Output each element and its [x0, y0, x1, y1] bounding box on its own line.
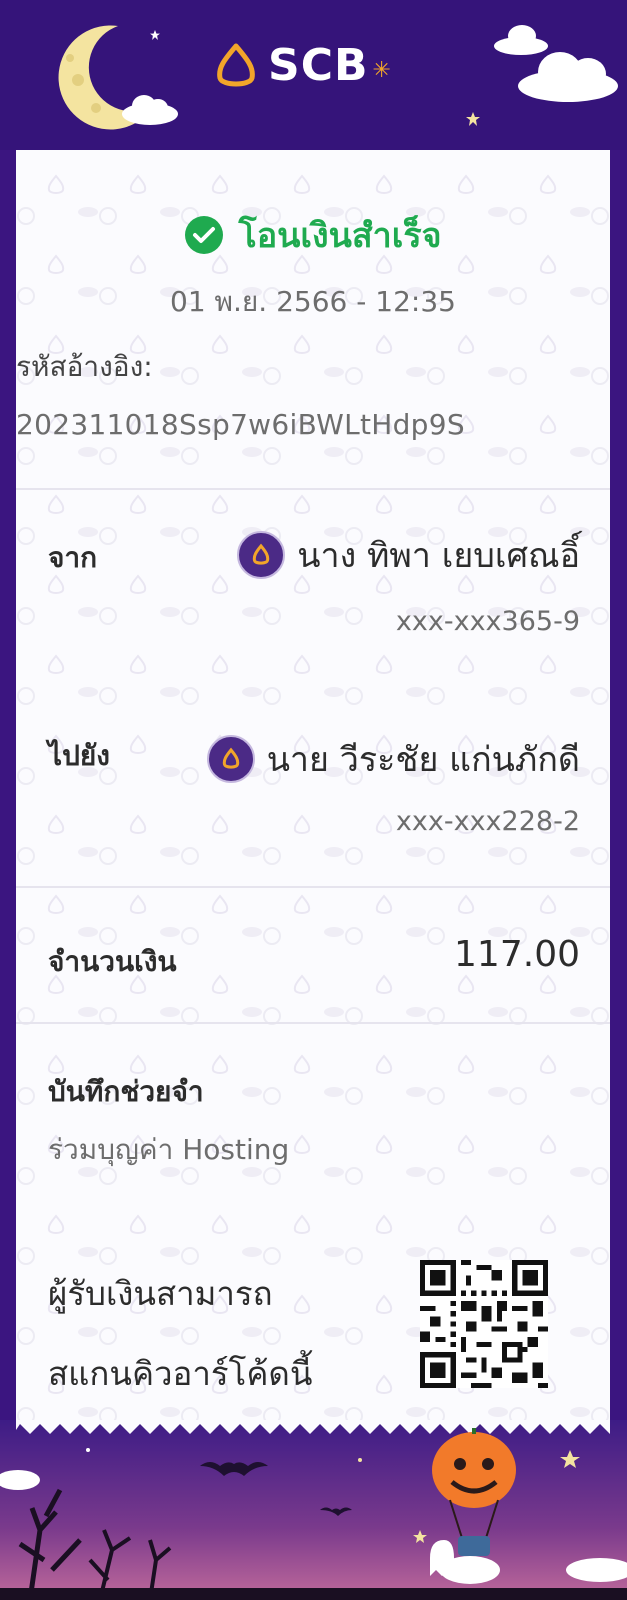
receiver-name: นาย วีระชัย แก่นภักดี — [266, 740, 580, 780]
divider — [16, 1022, 610, 1024]
reference-value: 202311018Ssp7w6iBWLtHdp9S — [16, 408, 465, 441]
sender-name: นาง ทิพา เยบเศณอิ์ — [297, 536, 580, 576]
left-border — [0, 150, 16, 1445]
to-party: นาย วีระชัย แก่นภักดี — [206, 732, 580, 786]
memo-label: บันทึกช่วยจำ — [48, 1075, 204, 1108]
scb-bell-logo-icon — [217, 43, 255, 86]
amount-value: 117.00 — [454, 934, 580, 975]
from-label: จาก — [48, 541, 98, 574]
right-border — [610, 150, 627, 1445]
transfer-datetime: 01 พ.ย. 2566 - 12:35 — [170, 285, 456, 318]
memo-value: ร่วมบุญค่า Hosting — [48, 1133, 290, 1166]
star-icon — [150, 30, 160, 40]
sparkle-icon: ✳ — [372, 58, 391, 83]
to-label: ไปยัง — [48, 739, 110, 772]
qr-code[interactable] — [420, 1260, 548, 1388]
receiver-account: xxx-xxx228-2 — [395, 806, 580, 837]
halloween-footer — [0, 1420, 627, 1600]
scb-bank-icon — [206, 735, 255, 783]
check-circle-icon — [185, 216, 224, 254]
qr-message: ผู้รับเงินสามารถ สแกนคิวอาร์โค้ดนี้ — [48, 1254, 348, 1414]
cloud-icon — [518, 52, 618, 102]
transfer-receipt: โอนเงินสำเร็จ 01 พ.ย. 2566 - 12:35 รหัสอ… — [16, 150, 610, 1435]
pumpkin-icon — [432, 1432, 516, 1508]
cloud-icon — [122, 95, 178, 125]
sender-account: xxx-xxx365-9 — [395, 606, 580, 637]
brand-name: SCB — [268, 40, 369, 91]
star-icon — [466, 112, 480, 126]
qr-message-line: ผู้รับเงินสามารถ — [48, 1274, 273, 1313]
ghost-icon — [430, 1540, 454, 1576]
qr-message-line: สแกนคิวอาร์โค้ดนี้ — [48, 1354, 313, 1393]
from-party: นาง ทิพา เยบเศณอิ์ — [237, 528, 580, 582]
divider — [16, 886, 610, 888]
scb-logo: SCB ✳ — [212, 40, 391, 91]
scb-bank-icon — [237, 531, 286, 579]
transfer-status: โอนเงินสำเร็จ — [16, 208, 610, 262]
halloween-header: SCB ✳ — [0, 0, 627, 158]
reference-label: รหัสอ้างอิง: — [16, 350, 153, 383]
divider — [16, 488, 610, 490]
status-text: โอนเงินสำเร็จ — [238, 216, 442, 256]
amount-label: จำนวนเงิน — [48, 945, 177, 978]
